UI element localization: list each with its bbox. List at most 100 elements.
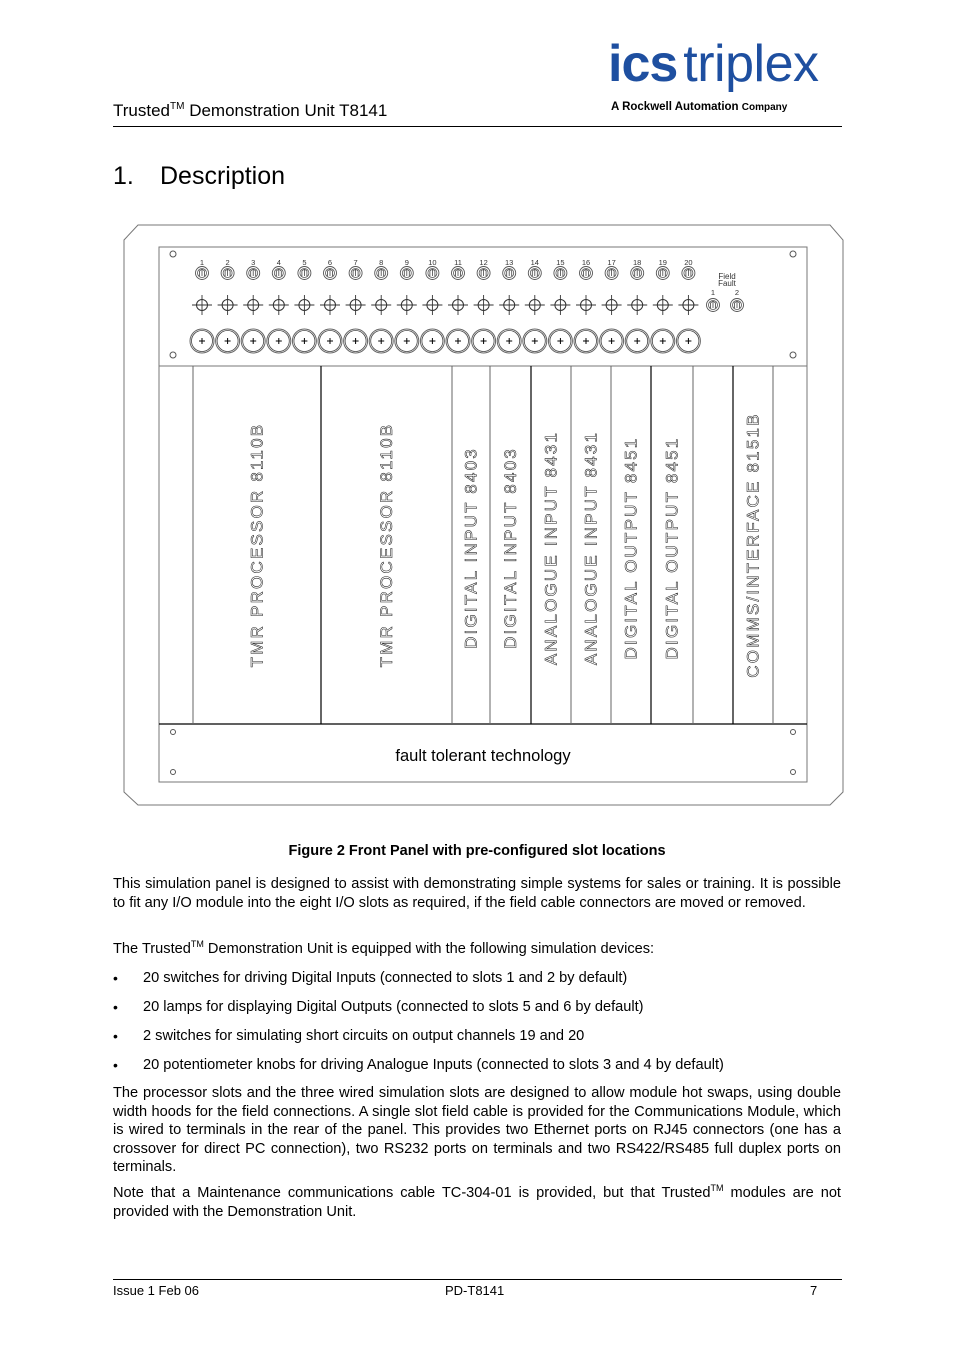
indicator-lamp xyxy=(524,295,545,315)
screw-icon xyxy=(169,351,177,359)
switch-number-label: 3 xyxy=(251,258,255,267)
toggle-switch[interactable] xyxy=(297,266,312,280)
screw-icon xyxy=(169,250,177,258)
toggle-switch[interactable] xyxy=(323,266,337,280)
paragraph-equipment: The TrustedTM Demonstration Unit is equi… xyxy=(113,940,841,959)
toggle-switch[interactable] xyxy=(476,266,491,280)
toggle-switch[interactable] xyxy=(348,266,363,280)
module-slot[interactable]: TMR PROCESSOR 8110B xyxy=(193,366,321,724)
list-item: 20 potentiometer knobs for driving Analo… xyxy=(143,1057,724,1073)
toggle-switch[interactable] xyxy=(271,266,286,280)
indicator-lamp xyxy=(320,295,340,315)
field-fault-switches: Field Fault 12 xyxy=(706,272,744,312)
indicator-lamp xyxy=(576,295,596,315)
toggle-switch[interactable] xyxy=(399,266,414,280)
field-fault-number: 2 xyxy=(735,288,739,297)
indicator-lamp xyxy=(448,295,468,315)
indicator-lamp xyxy=(371,295,392,315)
potentiometer-knob[interactable] xyxy=(599,328,625,354)
indicator-lamp xyxy=(422,295,443,315)
potentiometer-knob[interactable] xyxy=(675,328,701,354)
module-slot[interactable] xyxy=(773,366,807,724)
potentiometer-knob[interactable] xyxy=(445,328,471,354)
screw-icon xyxy=(789,250,797,258)
switch-number-label: 16 xyxy=(582,258,590,267)
module-slot[interactable]: DIGITAL INPUT 8403 xyxy=(452,366,490,724)
potentiometer-knob[interactable] xyxy=(343,328,369,354)
toggle-switch[interactable] xyxy=(681,266,696,280)
field-fault-switch[interactable] xyxy=(730,298,744,312)
toggle-switch[interactable] xyxy=(220,266,235,280)
potentiometer-knob[interactable] xyxy=(471,328,497,354)
switch-number-label: 7 xyxy=(354,258,358,267)
module-slot[interactable]: ANALOGUE INPUT 8431 xyxy=(571,366,611,724)
switch-number-label: 19 xyxy=(659,258,667,267)
toggle-switch[interactable] xyxy=(655,266,670,280)
toggle-switch[interactable] xyxy=(579,266,593,280)
slot-module-label: COMMS/INTERFACE 8151B xyxy=(744,412,763,677)
module-slot[interactable]: COMMS/INTERFACE 8151B xyxy=(733,366,773,724)
indicator-lamp xyxy=(192,295,212,315)
potentiometer-knobs xyxy=(189,328,701,354)
toggle-switch[interactable] xyxy=(502,266,517,280)
screw-icon xyxy=(790,729,796,735)
toggle-switch[interactable] xyxy=(553,266,568,280)
potentiometer-knob[interactable] xyxy=(522,328,548,354)
field-fault-switch[interactable] xyxy=(706,298,720,312)
toggle-switch[interactable] xyxy=(604,266,619,280)
potentiometer-knob[interactable] xyxy=(394,328,420,354)
switch-number-label: 2 xyxy=(226,258,230,267)
potentiometer-knob[interactable] xyxy=(496,328,522,354)
potentiometer-knob[interactable] xyxy=(573,328,599,354)
potentiometer-knob[interactable] xyxy=(419,328,445,354)
module-slot[interactable] xyxy=(159,366,193,724)
potentiometer-knob[interactable] xyxy=(291,328,317,354)
indicator-lamp xyxy=(294,295,315,315)
toggle-switch[interactable] xyxy=(246,266,261,280)
toggle-switch[interactable] xyxy=(527,266,542,280)
output-lamps xyxy=(192,295,699,315)
bullet-icon: • xyxy=(113,1028,118,1044)
switch-number-label: 8 xyxy=(379,258,383,267)
potentiometer-knob[interactable] xyxy=(317,328,343,354)
footer-divider xyxy=(113,1279,842,1280)
figure-caption: Figure 2 Front Panel with pre-configured… xyxy=(288,843,666,859)
list-item: 2 switches for simulating short circuits… xyxy=(143,1028,585,1044)
slot-module-label: TMR PROCESSOR 8110B xyxy=(248,423,267,668)
switch-number-labels: 1 2 3 4 5 6 7 8 9 10 11 12 13 14 15 16 17 18 19 20 xyxy=(200,258,693,267)
switch-number-label: 15 xyxy=(556,258,564,267)
potentiometer-knob[interactable] xyxy=(650,328,676,354)
toggle-switch[interactable] xyxy=(195,266,209,280)
slot-module-label: DIGITAL OUTPUT 8451 xyxy=(663,437,682,660)
module-slot[interactable]: DIGITAL OUTPUT 8451 xyxy=(651,366,693,724)
trademark-mark: TM xyxy=(190,939,204,949)
potentiometer-knob[interactable] xyxy=(240,328,266,354)
switch-number-label: 10 xyxy=(428,258,436,267)
potentiometer-knob[interactable] xyxy=(266,328,292,354)
potentiometer-knob[interactable] xyxy=(624,328,650,354)
module-slot[interactable]: ANALOGUE INPUT 8431 xyxy=(531,366,571,724)
panel-brand-text: fault tolerant technology xyxy=(395,747,571,765)
potentiometer-knob[interactable] xyxy=(547,328,573,354)
indicator-lamp xyxy=(627,295,648,315)
screw-icon xyxy=(170,769,176,775)
switch-number-label: 17 xyxy=(607,258,615,267)
switch-number-label: 9 xyxy=(405,258,409,267)
toggle-switch[interactable] xyxy=(451,266,465,280)
screw-icon xyxy=(790,769,796,775)
module-slot[interactable]: DIGITAL INPUT 8403 xyxy=(490,366,531,724)
module-slot[interactable] xyxy=(693,366,733,724)
field-fault-number: 1 xyxy=(711,288,715,297)
potentiometer-knob[interactable] xyxy=(189,328,215,354)
toggle-switch[interactable] xyxy=(374,266,389,280)
footer-page-number: 7 xyxy=(810,1283,818,1298)
toggle-switch[interactable] xyxy=(425,266,440,280)
module-slot[interactable]: TMR PROCESSOR 8110B xyxy=(321,366,452,724)
potentiometer-knob[interactable] xyxy=(215,328,241,354)
switch-number-label: 5 xyxy=(302,258,306,267)
module-slot[interactable]: DIGITAL OUTPUT 8451 xyxy=(611,366,651,724)
toggle-switch[interactable] xyxy=(630,266,645,280)
p2-suffix: Demonstration Unit is equipped with the … xyxy=(203,941,655,957)
slot-module-label: TMR PROCESSOR 8110B xyxy=(377,423,396,668)
potentiometer-knob[interactable] xyxy=(368,328,394,354)
